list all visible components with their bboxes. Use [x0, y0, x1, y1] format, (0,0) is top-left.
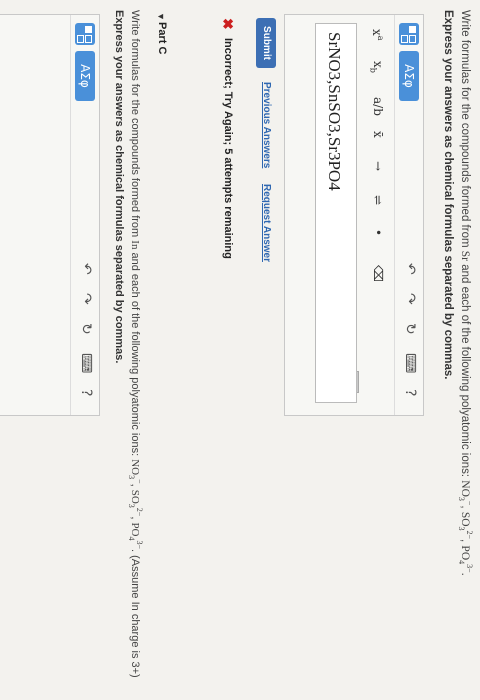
subscript-button[interactable]: xb — [369, 61, 385, 73]
reset-icon[interactable]: ↻ — [78, 323, 94, 335]
answer-editor: ΑΣφ ↶ ↷ ↻ ⌨ ? xa xb a/b x̄ → ⇌ • ⌫ ⌨ SrN… — [284, 14, 424, 416]
symbol-sub: b — [368, 67, 378, 73]
ion-po4: PO43− — [457, 545, 474, 573]
ion-base: SO — [459, 511, 471, 527]
ion-base: PO — [459, 545, 471, 561]
symbol-exp: a — [376, 35, 385, 41]
element-symbol: In — [129, 240, 141, 250]
question-text: Write formulas for the compounds formed … — [129, 10, 141, 238]
greek-symbols-button[interactable]: ΑΣφ — [75, 51, 95, 101]
keyboard-icon[interactable]: ⌨ — [402, 353, 418, 373]
ion-charge: 3− — [465, 564, 474, 573]
overline-button[interactable]: x̄ — [371, 131, 385, 138]
undo-icon[interactable]: ↶ — [78, 263, 94, 275]
ion-no3: NO3− — [127, 459, 144, 484]
ion-charge: 3− — [135, 540, 144, 550]
fraction-button[interactable]: a/b — [371, 97, 385, 116]
ion-charge: 2− — [465, 530, 474, 540]
dot-button[interactable]: • — [371, 229, 385, 236]
feedback-text: Incorrect; Try Again; 5 attempts remaini… — [222, 38, 234, 259]
element-symbol: Sr — [459, 250, 471, 261]
question-text-middle: and each of the following polyatomic ion… — [129, 252, 141, 457]
part-c-instruction: Express your answers as chemical formula… — [113, 10, 125, 364]
keyboard-icon[interactable]: ⌨ — [78, 353, 94, 373]
templates-button[interactable] — [399, 23, 419, 45]
redo-icon[interactable]: ↷ — [78, 293, 94, 305]
redo-icon[interactable]: ↷ — [402, 293, 418, 305]
ion-charge: − — [465, 500, 474, 506]
templates-button[interactable] — [75, 23, 95, 45]
delete-icon[interactable]: ⌫ — [371, 265, 385, 282]
part-b-instruction: Express your answers as chemical formula… — [442, 10, 454, 380]
submit-button[interactable]: Submit — [256, 18, 276, 68]
editor-toolbar: ΑΣφ ↶ ↷ ↻ ⌨ ? — [70, 15, 99, 415]
greek-symbols-button[interactable]: ΑΣφ — [399, 51, 419, 101]
arrow-button[interactable]: → — [371, 161, 385, 171]
ion-charge: 2− — [135, 507, 144, 517]
symbol-base: x — [370, 29, 384, 36]
help-icon[interactable]: ? — [402, 389, 418, 396]
ion-po4: PO43− — [127, 522, 144, 550]
reset-icon[interactable]: ↻ — [402, 323, 418, 335]
symbol-base: x — [371, 61, 385, 68]
ion-base: NO — [129, 459, 141, 476]
ion-no3: NO3− — [457, 480, 474, 506]
symbol-toolbar: xa xb a/b x̄ → ⇌ • ⌫ ⌨ — [343, 15, 394, 415]
equilibrium-button[interactable]: ⇌ — [371, 195, 385, 205]
ion-base: PO — [129, 522, 141, 537]
part-c-heading[interactable]: Part C — [156, 22, 168, 54]
superscript-button[interactable]: xa — [370, 29, 385, 41]
incorrect-icon: ✖ — [220, 18, 236, 30]
ion-base: NO — [459, 480, 471, 497]
part-c-question: Write formulas for the compounds formed … — [127, 10, 144, 678]
question-suffix: . (Assume In charge is 3+) — [129, 549, 141, 678]
part-b-question: Write formulas for the compounds formed … — [457, 10, 474, 576]
collapse-toggle-icon[interactable]: ▼ — [156, 12, 166, 21]
ion-base: SO — [129, 489, 141, 504]
request-answer-link[interactable]: Request Answer — [261, 184, 272, 262]
ion-so3: SO32− — [457, 511, 474, 540]
part-c-answer-editor: ΑΣφ ↶ ↷ ↻ ⌨ ? — [0, 14, 100, 416]
editor-toolbar: ΑΣφ ↶ ↷ ↻ ⌨ ? — [394, 15, 423, 415]
help-icon[interactable]: ? — [78, 389, 94, 396]
question-text-middle: and each of the following polyatomic ion… — [459, 264, 471, 478]
ion-so3: SO32− — [127, 489, 144, 517]
screen-content: Write formulas for the compounds formed … — [0, 0, 480, 700]
ion-charge: − — [135, 479, 144, 484]
answer-input[interactable]: SrNO3,SnSO3,Sr3PO4 — [315, 23, 357, 403]
undo-icon[interactable]: ↶ — [402, 263, 418, 275]
question-text: Write formulas for the compounds formed … — [459, 10, 471, 248]
previous-answers-link[interactable]: Previous Answers — [261, 82, 272, 168]
